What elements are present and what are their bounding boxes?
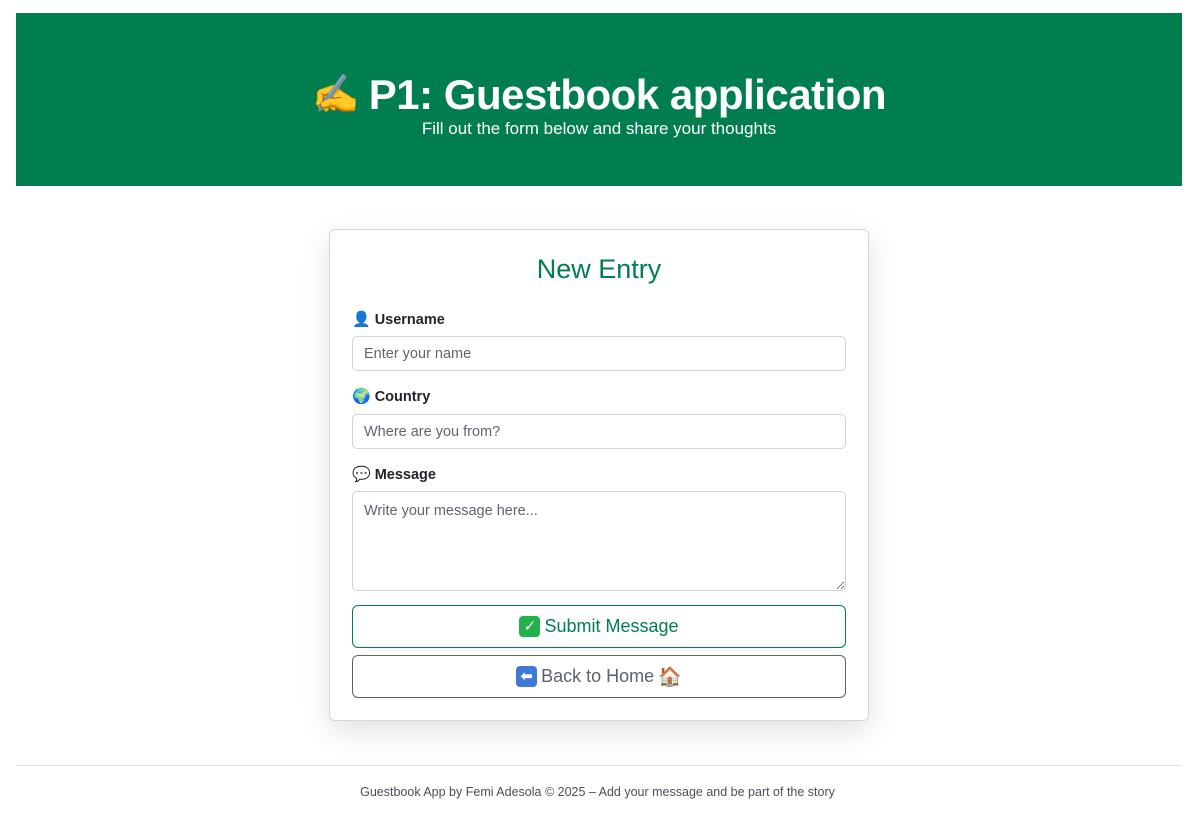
back-button-label: Back to Home <box>541 666 655 686</box>
footer-divider <box>16 765 1182 766</box>
message-textarea[interactable] <box>352 491 846 591</box>
username-label-text: Username <box>374 312 445 328</box>
form-title: New Entry <box>536 254 662 284</box>
back-to-home-button[interactable]: ⬅ Back to Home 🏠 <box>352 655 846 698</box>
country-label-text: Country <box>374 389 431 405</box>
submit-button-label: Submit Message <box>544 616 679 636</box>
user-icon: 👤 <box>352 311 371 328</box>
house-icon: 🏠 <box>658 666 682 688</box>
check-mark-icon: ✓ <box>519 616 541 637</box>
page-subtitle: Fill out the form below and share your t… <box>421 119 777 138</box>
writing-hand-icon: ✍️ <box>311 74 359 116</box>
globe-icon: 🌍 <box>352 388 371 405</box>
submit-message-button[interactable]: ✓ Submit Message <box>352 605 846 648</box>
footer-text: Guestbook App by Femi Adesola © 2025 – A… <box>360 785 835 799</box>
left-arrow-icon: ⬅ <box>516 666 538 687</box>
message-label: 💬 Message <box>352 466 436 484</box>
header-banner: ✍️ P1: Guestbook application Fill out th… <box>16 13 1182 186</box>
username-input[interactable] <box>352 336 846 371</box>
page-title: ✍️ P1: Guestbook application <box>16 69 1182 121</box>
country-input[interactable] <box>352 414 846 449</box>
country-label: 🌍 Country <box>352 388 430 406</box>
username-label: 👤 Username <box>352 311 445 329</box>
page-title-text: P1: Guestbook application <box>368 71 887 118</box>
page: ✍️ P1: Guestbook application Fill out th… <box>0 0 1195 814</box>
new-entry-form: New Entry 👤 Username 🌍 Country 💬 Message… <box>329 229 869 721</box>
message-label-text: Message <box>374 467 436 483</box>
speech-bubble-icon: 💬 <box>352 466 371 483</box>
